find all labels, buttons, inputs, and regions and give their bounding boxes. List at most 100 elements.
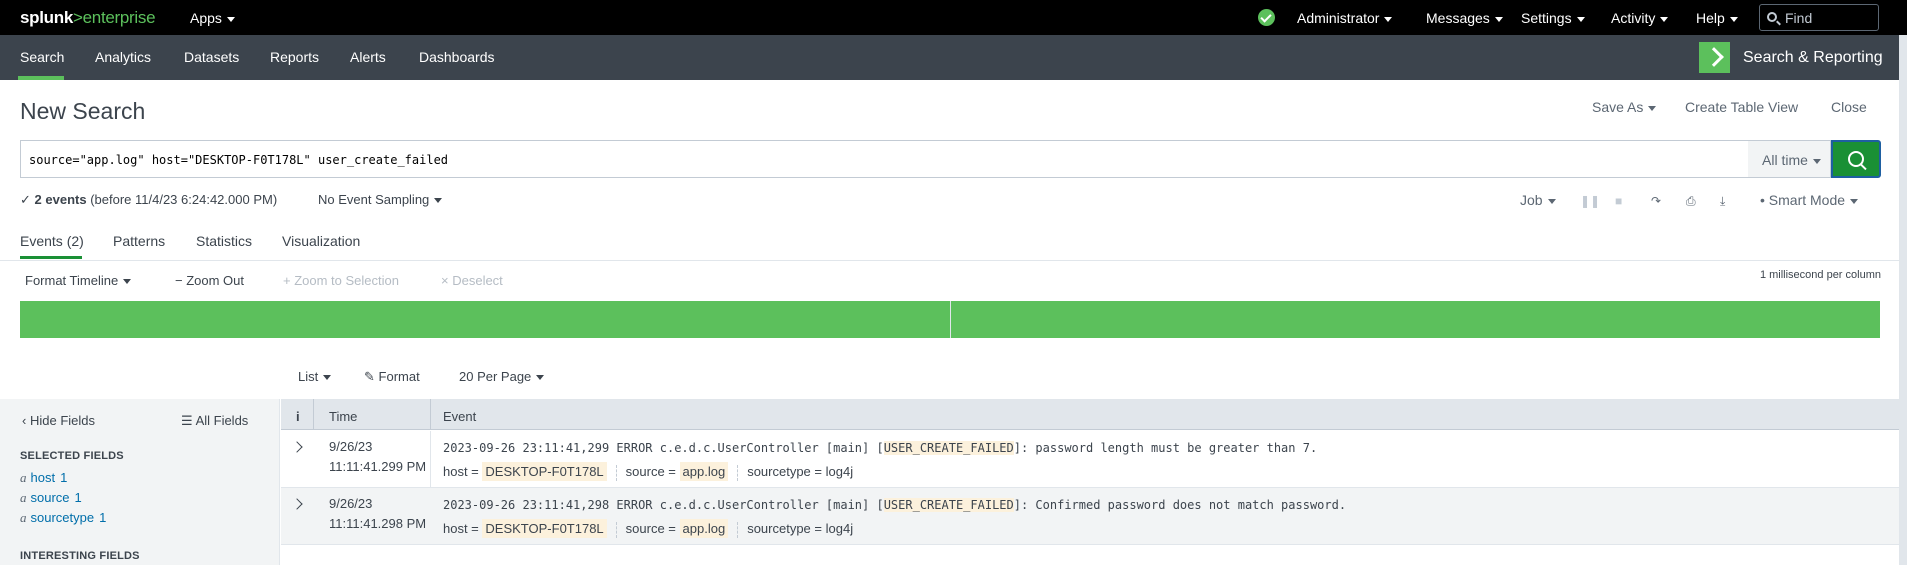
field-count: 1 (60, 470, 68, 485)
time-range-label: All time (1762, 152, 1808, 168)
deselect-button[interactable]: × Deselect (441, 273, 503, 288)
field-divider (737, 464, 739, 481)
nav-tab-dashboards[interactable]: Dashboards (419, 49, 495, 65)
share-icon[interactable]: ↷ (1651, 194, 1661, 208)
nav-tab-alerts[interactable]: Alerts (350, 49, 386, 65)
tab-visualization[interactable]: Visualization (282, 233, 360, 249)
save-as-menu[interactable]: Save As (1592, 99, 1657, 115)
events-table-header (281, 399, 1899, 430)
source-value[interactable]: app.log (679, 462, 729, 481)
sourcetype-value[interactable]: log4j (826, 464, 853, 479)
timeline-column-divider (950, 301, 951, 338)
field-source[interactable]: a source 1 (20, 490, 82, 506)
event-time[interactable]: 9/26/23 11:11:41.298 PM (329, 494, 426, 534)
sourcetype-value[interactable]: log4j (826, 521, 853, 536)
zoom-to-selection-button[interactable]: + Zoom to Selection (283, 273, 399, 288)
event-raw[interactable]: 2023-09-26 23:11:41,298 ERROR c.e.d.c.Us… (443, 498, 1346, 512)
apps-label: Apps (190, 10, 222, 26)
pause-icon[interactable]: ❚❚ (1580, 194, 1600, 208)
raw-pre: 2023-09-26 23:11:41,298 ERROR c.e.d.c.Us… (443, 498, 884, 512)
caret-down-icon (1812, 158, 1821, 164)
nav-tab-analytics[interactable]: Analytics (95, 49, 151, 65)
sampling-label: No Event Sampling (318, 192, 430, 207)
tab-statistics[interactable]: Statistics (196, 233, 252, 249)
event-count: 2 events (34, 192, 87, 207)
splunk-logo[interactable]: splunk>enterprise (20, 8, 156, 28)
raw-post: ]: password length must be greater than … (1013, 441, 1318, 455)
job-menu[interactable]: Job (1520, 192, 1556, 208)
close-link[interactable]: Close (1831, 99, 1867, 115)
search-mode-menu[interactable]: • Smart Mode (1760, 192, 1859, 208)
find-input[interactable]: Find (1759, 4, 1879, 31)
info-column-header[interactable]: i (296, 409, 300, 424)
pencil-icon: ✎ (364, 369, 375, 384)
search-query-input[interactable]: source="app.log" host="DESKTOP-F0T178L" … (20, 140, 1750, 178)
event-raw[interactable]: 2023-09-26 23:11:41,299 ERROR c.e.d.c.Us… (443, 441, 1317, 455)
format-label: Format (378, 369, 420, 384)
field-host[interactable]: a host 1 (20, 470, 67, 486)
check-circle-icon[interactable] (1258, 9, 1275, 26)
stop-icon[interactable]: ■ (1615, 194, 1622, 208)
source-label: source = (625, 464, 676, 479)
nav-tab-search[interactable]: Search (20, 49, 64, 65)
logo-main: splunk (20, 8, 73, 27)
user-menu[interactable]: Administrator (1297, 10, 1393, 26)
all-fields-button[interactable]: ☰ All Fields (181, 413, 248, 429)
sourcetype-label: sourcetype = (747, 464, 822, 479)
format-timeline-menu[interactable]: Format Timeline (25, 273, 132, 288)
job-status: ✓ 2 events (before 11/4/23 6:24:42.000 P… (20, 192, 277, 208)
search-icon (1767, 12, 1777, 22)
source-value[interactable]: app.log (679, 519, 729, 538)
event-sampling-menu[interactable]: No Event Sampling (318, 192, 443, 207)
caret-down-icon (226, 16, 235, 22)
help-label: Help (1696, 10, 1725, 26)
page-scrollbar[interactable] (1899, 35, 1907, 565)
caret-down-icon (434, 198, 443, 204)
create-table-view-link[interactable]: Create Table View (1685, 99, 1798, 115)
logo-sub: enterprise (82, 8, 156, 27)
time-range-picker[interactable]: All time (1748, 140, 1831, 178)
messages-menu[interactable]: Messages (1426, 10, 1503, 26)
nav-tab-datasets[interactable]: Datasets (184, 49, 239, 65)
host-value[interactable]: DESKTOP-F0T178L (482, 519, 607, 538)
field-divider (615, 464, 617, 481)
settings-menu[interactable]: Settings (1521, 10, 1585, 26)
field-sourcetype[interactable]: a sourcetype 1 (20, 510, 106, 526)
raw-pre: 2023-09-26 23:11:41,299 ERROR c.e.d.c.Us… (443, 441, 884, 455)
hide-fields-button[interactable]: ‹ Hide Fields (22, 413, 95, 428)
logo-gt: > (73, 8, 83, 27)
help-menu[interactable]: Help (1696, 10, 1738, 26)
bulb-icon: • (1760, 192, 1765, 208)
event-time[interactable]: 9/26/23 11:11:41.299 PM (329, 437, 426, 477)
save-as-label: Save As (1592, 99, 1644, 115)
zoom-selection-label: Zoom to Selection (294, 273, 399, 288)
field-type: a (20, 510, 27, 525)
time-column-header[interactable]: Time (329, 409, 357, 424)
activity-menu[interactable]: Activity (1611, 10, 1669, 26)
caret-down-icon (1850, 198, 1859, 204)
nav-tab-reports[interactable]: Reports (270, 49, 319, 65)
apps-menu[interactable]: Apps (190, 10, 235, 26)
active-tab-indicator (18, 76, 64, 80)
app-icon[interactable] (1699, 42, 1730, 73)
view-label: List (298, 369, 319, 384)
host-label: host = (443, 464, 479, 479)
event-column-header: Event (443, 409, 477, 424)
field-name: host (30, 470, 56, 485)
export-icon[interactable]: ⤓ (1720, 194, 1725, 209)
app-title[interactable]: Search & Reporting (1743, 49, 1883, 67)
event-fields: host = DESKTOP-F0T178L source = app.log so… (443, 519, 853, 538)
zoom-out-button[interactable]: − Zoom Out (175, 273, 244, 288)
tab-events[interactable]: Events (2) (20, 233, 84, 249)
print-icon[interactable]: ⎙ (1686, 194, 1696, 209)
zoom-out-label: Zoom Out (186, 273, 245, 288)
format-button[interactable]: ✎ Format (364, 369, 420, 385)
per-page-menu[interactable]: 20 Per Page (459, 369, 545, 384)
host-value[interactable]: DESKTOP-F0T178L (482, 462, 607, 481)
field-type: a (20, 490, 27, 505)
search-submit-button[interactable] (1831, 140, 1881, 178)
field-type: a (20, 470, 27, 485)
field-divider (615, 521, 617, 538)
tab-patterns[interactable]: Patterns (113, 233, 165, 249)
view-list-menu[interactable]: List (298, 369, 332, 384)
